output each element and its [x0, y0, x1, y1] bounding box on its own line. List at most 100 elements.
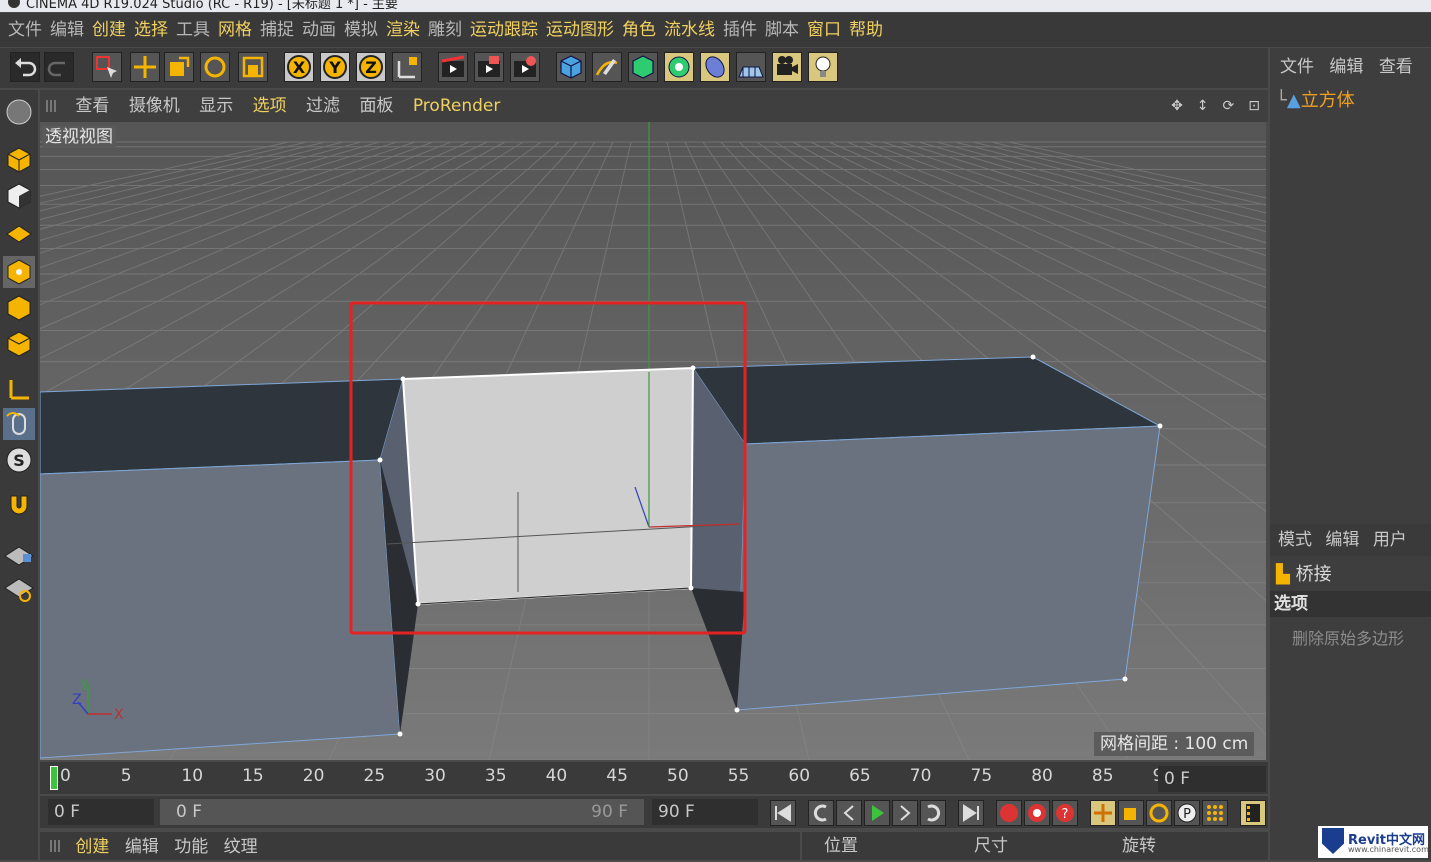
next-frame-button[interactable] — [892, 800, 918, 826]
move-tool[interactable] — [130, 52, 160, 82]
menu-item-11[interactable]: 运动跟踪 — [470, 13, 538, 47]
om-menu-file[interactable]: 文件 — [1280, 57, 1314, 77]
menu-item-18[interactable]: 帮助 — [849, 13, 883, 47]
menu-item-15[interactable]: 插件 — [723, 13, 757, 47]
y-axis-lock[interactable]: Y — [320, 52, 350, 82]
autokey-button[interactable] — [1024, 800, 1050, 826]
end-frame-field[interactable]: 90 F — [652, 799, 758, 825]
live-selection-tool[interactable] — [92, 52, 122, 82]
make-editable-button[interactable] — [3, 96, 35, 128]
menu-item-12[interactable]: 运动图形 — [546, 13, 614, 47]
object-list-item-cube[interactable]: └▲立方体 — [1276, 86, 1355, 112]
pan-icon[interactable]: ✥ — [1171, 90, 1183, 122]
previous-keyframe-button[interactable] — [808, 800, 834, 826]
menu-item-10[interactable]: 雕刻 — [428, 13, 462, 47]
subdivision-surface-button[interactable] — [628, 52, 658, 82]
parameter-key-button[interactable]: P — [1174, 800, 1200, 826]
delete-original-polygons-option[interactable]: 删除原始多边形 — [1292, 625, 1404, 649]
magnet-tool-button[interactable] — [3, 490, 35, 522]
coordinate-system-button[interactable] — [392, 52, 422, 82]
tab-options[interactable]: 选项 — [1270, 591, 1431, 617]
frame-range-slider[interactable]: 0 F 90 F — [160, 799, 644, 825]
orbit-icon[interactable]: ⟳ — [1223, 90, 1235, 122]
menu-item-16[interactable]: 脚本 — [765, 13, 799, 47]
maximize-view-icon[interactable]: ⊡ — [1248, 90, 1260, 122]
scale-key-button[interactable] — [1118, 800, 1144, 826]
workplane-mode-button[interactable] — [3, 216, 35, 248]
viewport-menu-panel[interactable]: 面板 — [359, 90, 393, 122]
record-keys-button[interactable] — [996, 800, 1022, 826]
keyframe-selection-button[interactable]: ? — [1052, 800, 1078, 826]
z-axis-lock[interactable]: Z — [356, 52, 386, 82]
position-key-button[interactable] — [1090, 800, 1116, 826]
go-to-start-button[interactable] — [770, 800, 796, 826]
om-menu-view[interactable]: 查看 — [1379, 57, 1413, 77]
menu-item-2[interactable]: 创建 — [92, 13, 126, 47]
am-menu-edit[interactable]: 编辑 — [1325, 530, 1359, 550]
viewport-menu-display[interactable]: 显示 — [199, 90, 233, 122]
menu-item-5[interactable]: 网格 — [218, 13, 252, 47]
next-keyframe-button[interactable] — [920, 800, 946, 826]
light-button[interactable] — [808, 52, 838, 82]
previous-frame-button[interactable] — [836, 800, 862, 826]
tweak-mode-button[interactable] — [3, 408, 35, 440]
cube-primitive-button[interactable] — [556, 52, 586, 82]
am-menu-mode[interactable]: 模式 — [1278, 530, 1312, 550]
go-to-end-button[interactable] — [958, 800, 984, 826]
x-axis-lock[interactable]: X — [284, 52, 314, 82]
menu-item-17[interactable]: 窗口 — [807, 13, 841, 47]
mm-menu-edit[interactable]: 编辑 — [125, 837, 159, 857]
viewport-menu-view[interactable]: 查看 — [75, 90, 109, 122]
menu-item-4[interactable]: 工具 — [176, 13, 210, 47]
points-mode-button[interactable] — [3, 256, 35, 288]
model-mode-button[interactable] — [3, 144, 35, 176]
floor-button[interactable] — [736, 52, 766, 82]
perspective-viewport[interactable]: Y X Z — [40, 122, 1266, 760]
render-settings-button[interactable] — [510, 52, 540, 82]
menu-item-13[interactable]: 角色 — [622, 13, 656, 47]
rotation-key-button[interactable] — [1146, 800, 1172, 826]
pen-spline-button[interactable] — [592, 52, 622, 82]
scale-tool[interactable] — [164, 52, 194, 82]
cloner-button[interactable] — [664, 52, 694, 82]
snap-mode-button[interactable]: S — [3, 444, 35, 476]
om-menu-edit[interactable]: 编辑 — [1329, 57, 1363, 77]
recent-tool[interactable] — [238, 52, 268, 82]
mm-menu-texture[interactable]: 纹理 — [224, 837, 258, 857]
menu-item-6[interactable]: 捕捉 — [260, 13, 294, 47]
menu-item-8[interactable]: 模拟 — [344, 13, 378, 47]
render-view-button[interactable] — [438, 52, 468, 82]
camera-button[interactable] — [772, 52, 802, 82]
texture-mode-button[interactable] — [3, 180, 35, 212]
am-menu-user[interactable]: 用户 — [1373, 530, 1407, 550]
undo-button[interactable] — [10, 52, 40, 82]
lock-workplane-button[interactable] — [3, 536, 35, 568]
render-picture-viewer-button[interactable] — [474, 52, 504, 82]
edges-mode-button[interactable] — [3, 292, 35, 324]
rotate-tool[interactable] — [200, 52, 230, 82]
menu-item-0[interactable]: 文件 — [8, 13, 42, 47]
menu-item-14[interactable]: 流水线 — [664, 13, 715, 47]
redo-button[interactable] — [44, 52, 74, 82]
viewport-menu-prorender[interactable]: ProRender — [413, 90, 501, 122]
deformer-button[interactable] — [700, 52, 730, 82]
point-level-animation-button[interactable] — [1202, 800, 1228, 826]
dolly-icon[interactable]: ↕ — [1197, 90, 1209, 122]
mm-menu-create[interactable]: 创建 — [75, 837, 109, 857]
viewport-menu-filter[interactable]: 过滤 — [306, 90, 340, 122]
play-button[interactable] — [864, 800, 890, 826]
menu-item-1[interactable]: 编辑 — [50, 13, 84, 47]
current-frame-field[interactable]: 0 F — [1158, 766, 1266, 792]
menu-item-9[interactable]: 渲染 — [386, 13, 420, 47]
timeline-tick-label: 45 — [606, 766, 628, 786]
axis-mode-button[interactable] — [3, 372, 35, 404]
menu-item-3[interactable]: 选择 — [134, 13, 168, 47]
viewport-menu-camera[interactable]: 摄像机 — [129, 90, 180, 122]
start-frame-field[interactable]: 0 F — [48, 799, 154, 825]
timeline-window-button[interactable] — [1240, 800, 1266, 826]
workplane-align-button[interactable] — [3, 572, 35, 604]
viewport-menu-options[interactable]: 选项 — [253, 90, 287, 122]
menu-item-7[interactable]: 动画 — [302, 13, 336, 47]
polygons-mode-button[interactable] — [3, 328, 35, 360]
mm-menu-function[interactable]: 功能 — [174, 837, 208, 857]
